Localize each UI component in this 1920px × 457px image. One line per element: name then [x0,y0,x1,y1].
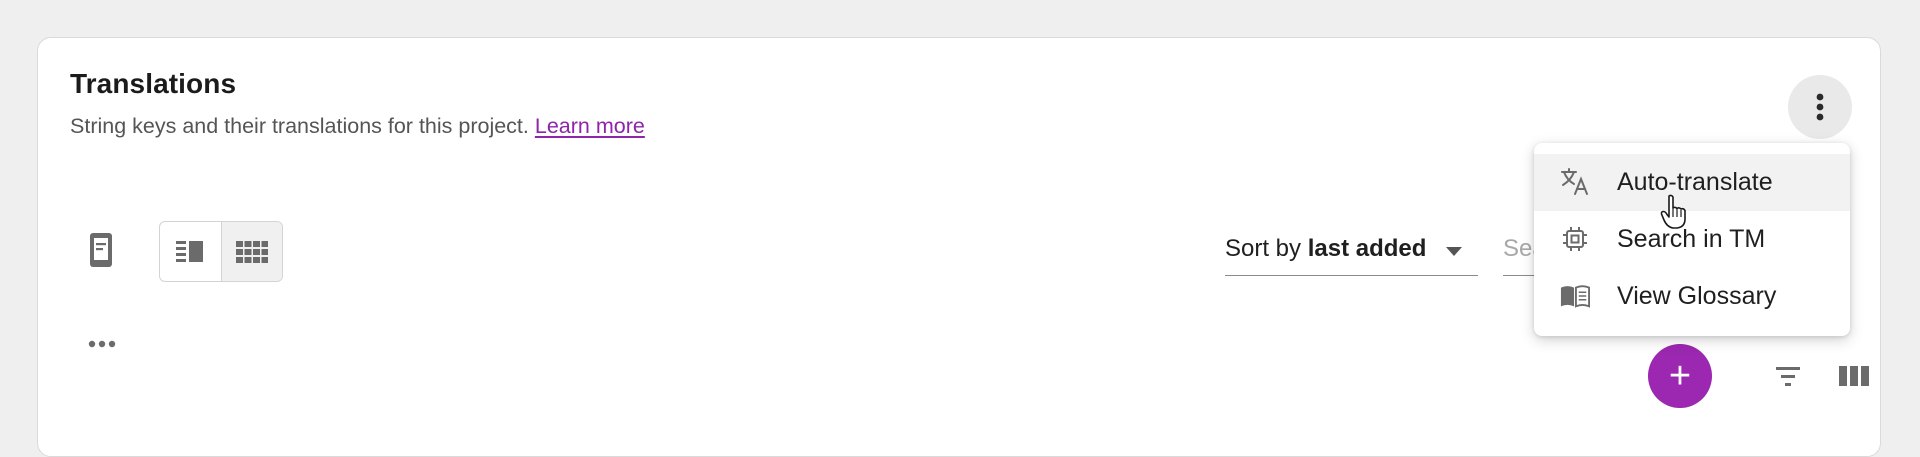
grid-view-icon [235,240,268,263]
add-key-button[interactable]: + [1648,344,1712,408]
view-mode-toggle [159,221,283,282]
more-actions-button[interactable] [85,334,119,354]
menu-item-auto-translate[interactable]: Auto-translate [1534,154,1850,211]
menu-item-view-glossary[interactable]: View Glossary [1534,268,1850,325]
kebab-icon [1816,93,1824,121]
list-view-icon [176,240,204,262]
filter-button[interactable] [1773,365,1803,389]
menu-item-label: Auto-translate [1617,168,1773,196]
menu-item-label: View Glossary [1617,282,1777,310]
sort-select[interactable]: Sort by last added [1225,231,1478,276]
book-icon [1560,281,1590,311]
translate-icon [1560,167,1590,197]
chip-icon [1560,224,1590,254]
columns-button[interactable] [1838,364,1872,390]
more-horizontal-icon [88,340,116,348]
columns-icon [1839,366,1869,386]
more-options-menu: Auto-translate Search in TM View Glossar… [1534,143,1850,336]
panel-subtitle: String keys and their translations for t… [70,114,645,139]
sort-label: Sort by last added [1225,235,1427,262]
chevron-down-icon [1446,247,1462,256]
menu-item-label: Search in TM [1617,225,1766,253]
more-options-button[interactable] [1788,75,1852,139]
panel-title: Translations [70,68,237,99]
grid-view-button[interactable] [220,222,282,281]
device-preview-button[interactable] [84,230,118,270]
menu-item-search-tm[interactable]: Search in TM [1534,211,1850,268]
learn-more-link[interactable]: Learn more [535,114,645,138]
panel-subtitle-text: String keys and their translations for t… [70,114,529,138]
list-view-button[interactable] [160,222,221,281]
phone-icon [90,233,112,267]
sort-value: last added [1307,235,1427,262]
filter-icon [1776,367,1800,386]
